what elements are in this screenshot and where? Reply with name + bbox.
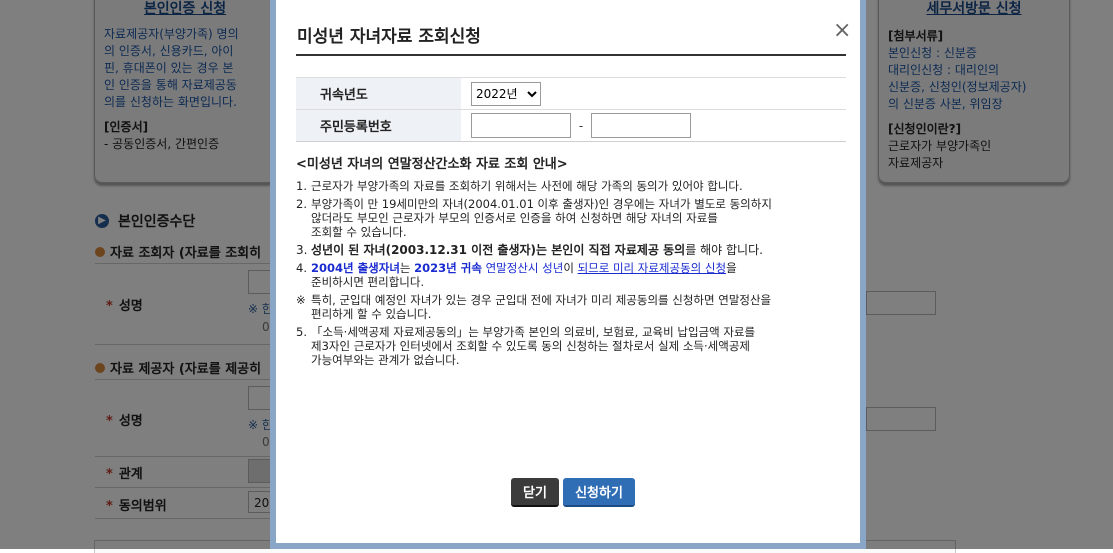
guide-item-4: 4. 2004년 출생자녀는 2023년 귀속 연말정산시 성년이 되므로 미리… [296,261,737,289]
info-divider [296,141,846,142]
year-label: 귀속년도 [296,77,461,110]
modal-title: 미성년 자녀자료 조회신청 [297,27,481,47]
year-select[interactable]: 2022년 [471,81,541,106]
guide-title: <미성년 자녀의 연말정산간소화 자료 조회 안내> [296,157,568,172]
inquiry-form: 귀속년도 2022년 주민등록번호 - [296,77,846,142]
rrn-back-input[interactable] [591,113,691,138]
rrn-row: 주민등록번호 - [296,109,846,142]
rrn-front-input[interactable] [471,113,571,138]
rrn-label: 주민등록번호 [296,109,461,142]
guide-item-5: 5. 「소득·세액공제 자료제공동의」는 부양가족 본인의 의료비, 보험료, … [296,325,756,367]
year-row: 귀속년도 2022년 [296,77,846,110]
guide-section: <미성년 자녀의 연말정산간소화 자료 조회 안내> 1. 근로자가 부양가족의… [296,158,846,371]
minor-child-inquiry-modal: 미성년 자녀자료 조회신청 × 귀속년도 2022년 주민등록번호 - <미성년… [270,0,866,549]
close-icon[interactable]: × [833,20,851,42]
title-divider [296,54,846,56]
guide-note: ※ 특히, 군입대 예정인 자녀가 있는 경우 군입대 전에 자녀가 미리 제공… [296,293,772,321]
guide-item-1: 1. 근로자가 부양가족의 자료를 조회하기 위해서는 사전에 해당 가족의 동… [296,179,743,193]
close-button[interactable]: 닫기 [511,478,559,507]
apply-button[interactable]: 신청하기 [563,478,635,507]
rrn-dash: - [578,118,584,133]
guide-item-3: 3. 성년이 된 자녀(2003.12.31 이전 출생자)는 본인이 직접 자… [296,243,763,257]
guide-item-2: 2. 부양가족이 만 19세미만의 자녀(2004.01.01 이후 출생자)인… [296,197,772,239]
